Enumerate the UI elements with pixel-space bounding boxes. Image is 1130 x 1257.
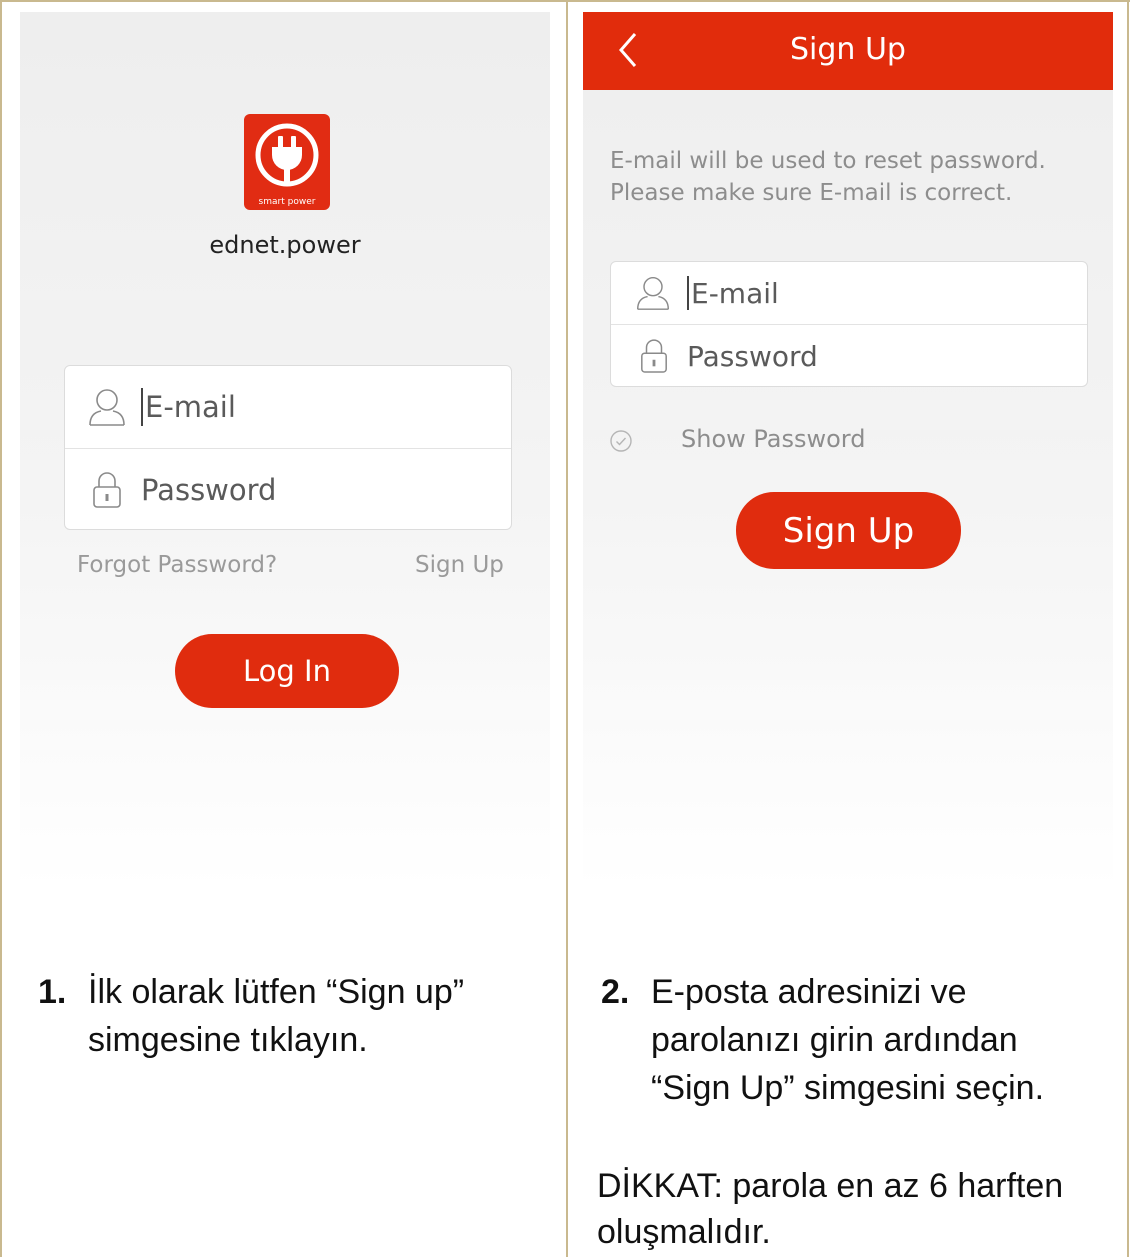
step2-number: 2.: [601, 973, 630, 1011]
frame-right-border: [1127, 0, 1129, 1257]
signup-button[interactable]: Sign Up: [736, 492, 961, 569]
show-password-checkbox[interactable]: [609, 429, 633, 458]
text-cursor: [141, 388, 143, 426]
header-bar: Sign Up: [583, 12, 1113, 90]
step2-line2: parolanızı girin ardından: [651, 1021, 1018, 1059]
warning-line2: oluşmalıdır.: [597, 1213, 771, 1251]
brand-tagline: smart power: [258, 197, 316, 207]
user-icon: [85, 385, 129, 429]
user-icon: [633, 273, 673, 313]
step2-line3: “Sign Up” simgesini seçin.: [651, 1069, 1045, 1107]
frame-top-border: [0, 0, 1130, 2]
plug-logo-icon: [255, 123, 319, 187]
frame-center-divider: [566, 0, 568, 1257]
show-password-label[interactable]: Show Password: [681, 425, 866, 453]
text-cursor: [687, 276, 689, 310]
page-title: Sign Up: [790, 32, 906, 67]
email-input[interactable]: [145, 390, 475, 424]
sign-up-link[interactable]: Sign Up: [415, 552, 504, 578]
app-logo: smart power: [244, 114, 330, 210]
step1-line1: İlk olarak lütfen “Sign up”: [88, 973, 465, 1011]
signup-form-card: [610, 261, 1088, 387]
check-circle-icon: [610, 430, 632, 452]
password-input[interactable]: [687, 339, 1047, 373]
email-input[interactable]: [691, 276, 1051, 310]
frame-left-border: [0, 0, 2, 1257]
forgot-password-link[interactable]: Forgot Password?: [77, 552, 277, 578]
password-row: [611, 325, 1087, 387]
warning-line1: DİKKAT: parola en az 6 harften: [597, 1167, 1064, 1205]
signup-screen: Sign Up E-mail will be used to reset pas…: [583, 12, 1113, 890]
email-row: [611, 262, 1087, 324]
step1-number: 1.: [38, 973, 67, 1011]
password-input[interactable]: [141, 473, 471, 507]
app-name: ednet.power: [209, 231, 361, 259]
login-button[interactable]: Log In: [175, 634, 399, 708]
login-form-card: [64, 365, 512, 530]
password-row: [65, 449, 511, 531]
email-row: [65, 366, 511, 448]
step2-line1: E-posta adresinizi ve: [651, 973, 967, 1011]
email-notice: E-mail will be used to reset password. P…: [610, 148, 1046, 206]
lock-icon: [89, 468, 125, 512]
lock-icon: [637, 336, 671, 376]
step1-line2: simgesine tıklayın.: [88, 1021, 368, 1059]
login-screen: smart power ednet.power E-mail Forgot Pa…: [20, 12, 550, 890]
